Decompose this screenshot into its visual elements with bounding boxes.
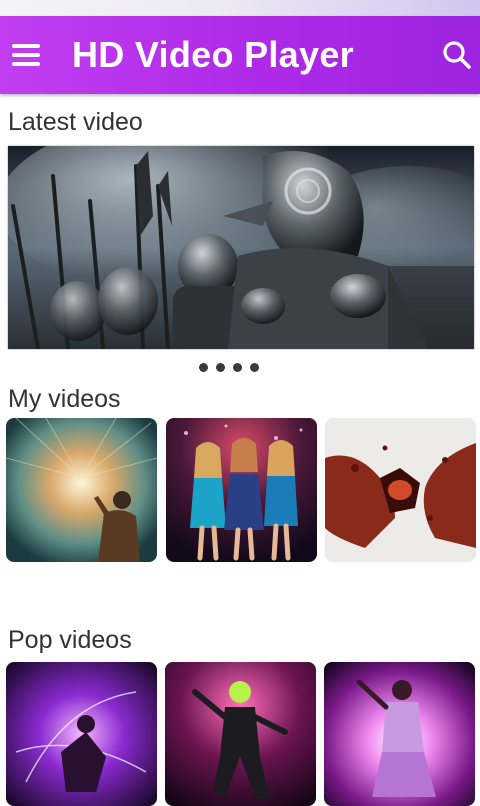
latest-video-title: Latest video xyxy=(8,108,143,136)
carousel-dot[interactable] xyxy=(216,363,225,372)
carousel-dot[interactable] xyxy=(233,363,242,372)
pop-video-thumb-2[interactable] xyxy=(165,662,316,806)
latest-video-banner[interactable] xyxy=(8,146,474,349)
carousel-indicator xyxy=(199,359,269,372)
app-bar: HD Video Player xyxy=(0,16,480,94)
status-bar xyxy=(0,0,480,16)
hamburger-menu-icon[interactable] xyxy=(6,38,46,72)
pop-video-thumb-3[interactable] xyxy=(324,662,475,806)
carousel-dot[interactable] xyxy=(250,363,259,372)
pop-video-thumb-1[interactable] xyxy=(6,662,157,806)
pop-videos-title: Pop videos xyxy=(8,626,132,654)
my-videos-title: My videos xyxy=(8,385,121,413)
my-video-thumb-2[interactable] xyxy=(166,418,317,562)
search-icon[interactable] xyxy=(440,38,474,72)
carousel-dot[interactable] xyxy=(199,363,208,372)
my-video-thumb-1[interactable] xyxy=(6,418,157,562)
my-video-thumb-3[interactable] xyxy=(325,418,476,562)
app-title: HD Video Player xyxy=(72,34,354,75)
